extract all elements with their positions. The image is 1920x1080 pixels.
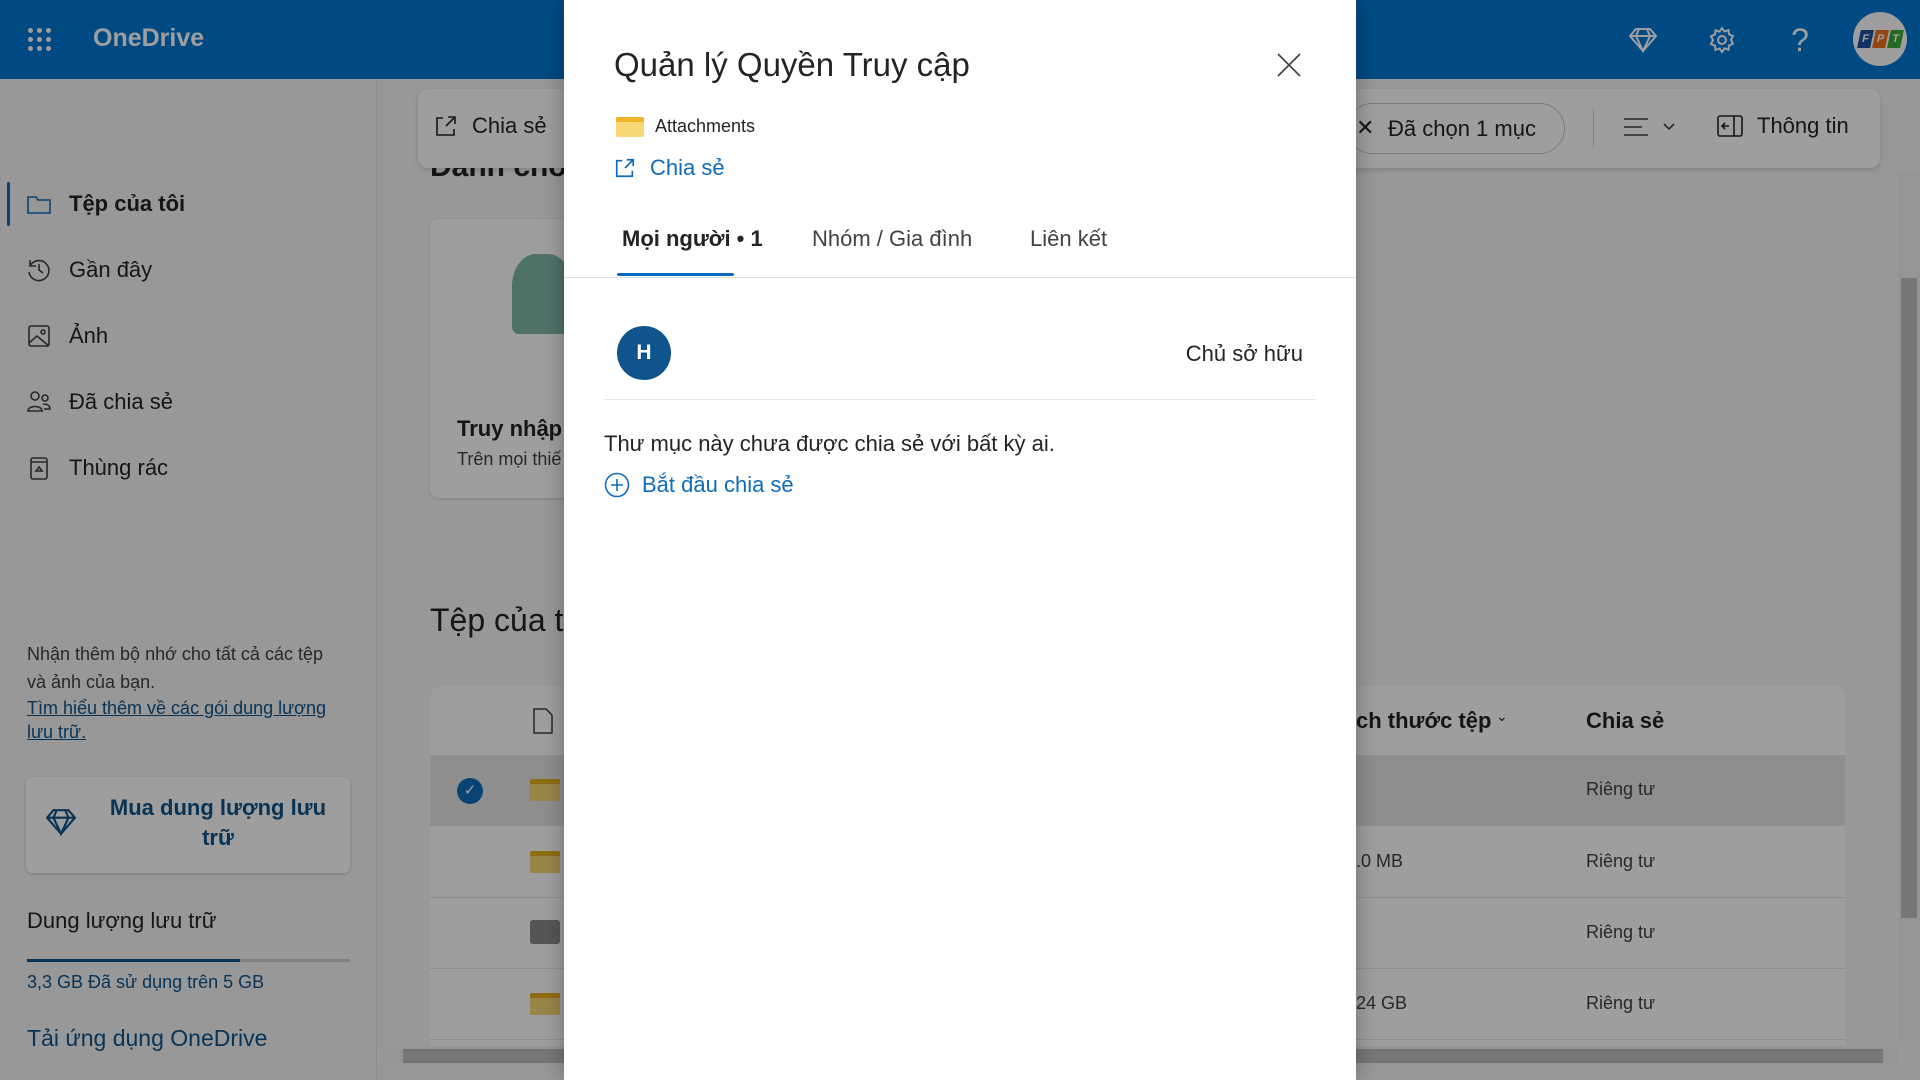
add-circle-icon <box>604 472 630 498</box>
tab-groups[interactable]: Nhóm / Gia đình <box>812 226 972 252</box>
divider <box>604 399 1316 400</box>
person-role: Chủ sở hữu <box>1185 341 1303 366</box>
share-icon <box>615 158 635 178</box>
tab-links[interactable]: Liên kết <box>1030 226 1107 252</box>
share-link-label: Chia sẻ <box>650 155 725 180</box>
share-link[interactable]: Chia sẻ <box>614 155 725 181</box>
item-name: Attachments <box>655 116 756 136</box>
start-sharing-label: Bắt đầu chia sẻ <box>642 472 794 497</box>
active-tab-indicator <box>617 273 734 276</box>
dialog-title: Quản lý Quyền Truy cập <box>614 46 970 83</box>
start-sharing-button[interactable]: Bắt đầu chia sẻ <box>604 472 794 498</box>
avatar[interactable]: H <box>617 326 671 380</box>
divider <box>564 277 1356 278</box>
manage-access-dialog: Quản lý Quyền Truy cập Attachments Chia … <box>564 0 1356 1080</box>
tab-people[interactable]: Mọi người • 1 <box>622 226 763 252</box>
not-shared-message: Thư mục này chưa được chia sẻ với bất kỳ… <box>604 431 1055 456</box>
close-icon[interactable] <box>1274 50 1304 80</box>
folder-icon <box>616 117 644 137</box>
